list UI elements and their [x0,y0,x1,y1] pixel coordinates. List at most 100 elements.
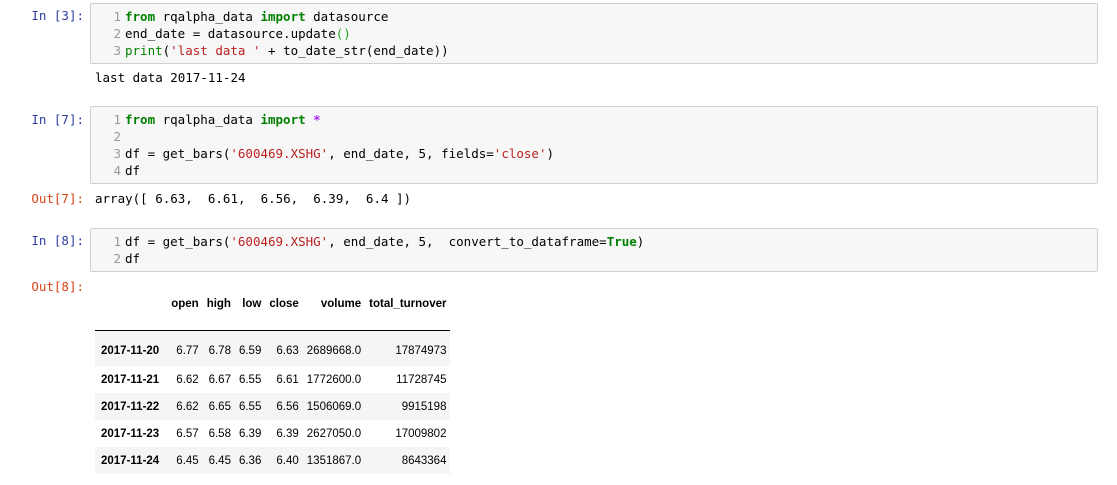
table-cell: 1351867.0 [306,454,362,467]
code-token: = [599,234,607,249]
code-line[interactable]: 2 df [91,250,1097,267]
table-cell: 8643364 [401,454,447,467]
code-token: from [125,112,156,127]
table-cell: 1506069.0 [306,400,362,413]
code-token: ) [546,146,555,161]
code-text: df = get_bars('600469.XSHG', end_date, 5… [125,145,1097,162]
output-prompt: Out[8]: [31,279,84,294]
code-line[interactable]: 3 df = get_bars('600469.XSHG', end_date, … [91,145,1097,162]
table-cell: 6.40 [276,454,299,467]
code-text: from rqalpha_data import * [125,111,1097,128]
table-cell: 6.62 [176,373,199,386]
table-cell: 17009802 [395,427,447,440]
code-token: get_bars( [155,146,231,161]
table-row: 2017-11-23 6.57 6.58 6.39 6.39 2627050.0 17009… [95,420,450,447]
table-cell: 6.78 [208,344,231,357]
code-token: to_date_str(end_date)) [275,43,449,58]
output-result: array([ 6.63, 6.61, 6.56, 6.39, 6.4 ]) [95,191,412,206]
code-editor[interactable]: 1 from rqalpha_data import * 2 3 df = get_ba… [90,106,1098,184]
column-header: high [202,278,235,331]
line-number: 3 [113,43,121,58]
code-text: df [125,162,1097,179]
code-token: datasource.update [200,26,336,41]
code-text: df = get_bars('600469.XSHG', end_date, 5… [125,233,1097,250]
code-token: df [125,251,141,266]
code-text: print('last data ' + to_date_str(end_dat… [125,42,1097,59]
line-number: 1 [113,112,121,127]
code-line[interactable]: 2 end_date = datasource.update() [91,25,1097,42]
table-cell: 6.58 [208,427,231,440]
code-token: True [606,234,637,249]
code-text: df [125,250,1097,267]
line-number: 1 [113,234,121,249]
stdout-output: last data 2017-11-24 [95,70,246,85]
code-token: get_bars( [155,234,231,249]
table-cell: 6.77 [176,344,199,357]
row-index: 2017-11-23 [101,427,160,440]
table-cell: 6.36 [238,454,262,467]
code-editor[interactable]: 1 from rqalpha_data import datasource 2 end… [90,3,1098,64]
code-token: 'close' [493,146,547,161]
code-token: * [313,112,321,127]
code-token: print [125,43,163,58]
column-header: low [234,278,266,331]
code-token: end_date [125,26,193,41]
input-prompt: In [8]: [31,233,84,248]
code-text: end_date = datasource.update() [125,25,1097,42]
code-line[interactable]: 1 from rqalpha_data import datasource [91,8,1097,25]
table-cell: 17874973 [395,344,447,357]
row-index: 2017-11-20 [101,344,160,357]
input-prompt: In [3]: [31,8,84,23]
table-cell: 6.39 [276,427,299,440]
table-cell: 6.62 [176,400,199,413]
code-token: , end_date, 5, fields [328,146,487,161]
code-token: ) [636,234,645,249]
code-token: , end_date, 5, convert_to_dataframe [328,234,600,249]
code-text: from rqalpha_data import datasource [125,8,1097,25]
table-cell: 9915198 [401,400,447,413]
code-token: + [268,43,276,58]
row-index: 2017-11-22 [101,400,160,413]
code-token: = [147,146,156,161]
line-number: 2 [113,26,121,41]
column-header: open [167,278,203,331]
table-cell: 6.65 [208,400,231,413]
code-token: from [125,9,156,24]
row-index: 2017-11-21 [101,373,160,386]
table-body: 2017-11-20 6.77 6.78 6.59 6.63 2689668.0 17874… [95,330,451,474]
code-token: df [125,234,148,249]
code-line[interactable]: 1 from rqalpha_data import * [91,111,1097,128]
code-line[interactable]: 1 df = get_bars('600469.XSHG', end_date, … [91,233,1097,250]
code-token: = [147,234,156,249]
column-header [95,278,168,331]
code-token: rqalpha_data [155,9,261,24]
code-token: datasource [305,9,389,24]
table-cell: 6.63 [276,344,299,357]
line-number: 2 [113,251,121,266]
input-prompt: In [7]: [31,112,84,127]
code-line[interactable]: 2 [91,128,1097,145]
output-prompt: Out[7]: [31,191,84,206]
code-token: import [260,112,306,127]
table-cell: 6.55 [238,400,262,413]
table-cell: 6.45 [176,454,199,467]
table-cell: 1772600.0 [306,373,362,386]
table-cell: 2689668.0 [306,344,362,357]
table-cell: 6.61 [276,373,299,386]
code-token: import [260,9,306,24]
code-line[interactable]: 4 df [91,162,1097,179]
code-token: rqalpha_data [155,112,261,127]
table-cell: 6.55 [238,373,262,386]
line-number: 2 [113,129,121,144]
table-cell: 6.67 [208,373,231,386]
table-cell: 6.57 [176,427,199,440]
code-editor[interactable]: 1 df = get_bars('600469.XSHG', end_date, … [90,228,1098,272]
table-row: 2017-11-20 6.77 6.78 6.59 6.63 2689668.0 17874… [95,330,451,366]
table-cell: 6.59 [238,344,262,357]
code-line[interactable]: 3 print('last data ' + to_date_str(end_da… [91,42,1097,59]
column-header: volume [302,278,366,331]
column-header: total_turnover [365,278,451,331]
row-index: 2017-11-24 [101,454,160,467]
column-header: close [265,278,303,331]
